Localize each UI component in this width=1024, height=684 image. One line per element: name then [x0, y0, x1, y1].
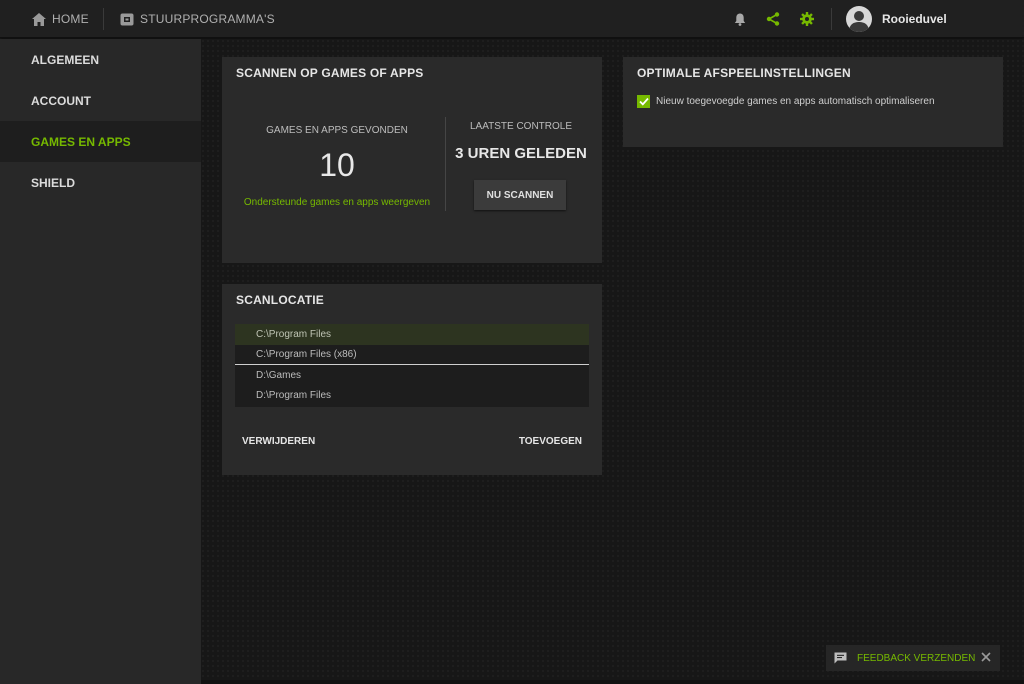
- nav-home[interactable]: HOME: [32, 0, 89, 38]
- divider: [445, 117, 446, 211]
- driver-icon: [120, 13, 134, 25]
- sidebar-item-general[interactable]: ALGEMEEN: [0, 39, 201, 80]
- last-check-value: 3 UREN GELEDEN: [455, 145, 587, 162]
- scan-location-panel: SCANLOCATIE C:\Program Files C:\Program …: [222, 284, 602, 475]
- feedback-bar: FEEDBACK VERZENDEN: [826, 645, 1000, 671]
- nav-drivers-label: STUURPROGRAMMA'S: [140, 12, 275, 26]
- gear-icon: [800, 12, 814, 26]
- list-item[interactable]: D:\Games: [235, 365, 589, 386]
- add-location-button[interactable]: TOEVOEGEN: [519, 436, 582, 447]
- scan-panel-title: SCANNEN OP GAMES OF APPS: [236, 66, 424, 80]
- checkmark-icon: [638, 97, 649, 106]
- nav-home-label: HOME: [52, 12, 89, 26]
- show-supported-link[interactable]: Ondersteunde games en apps weergeven: [236, 197, 438, 208]
- found-count: 10: [319, 147, 355, 183]
- list-item[interactable]: C:\Program Files (x86): [235, 345, 589, 365]
- bell-icon: [734, 13, 746, 26]
- notifications-button[interactable]: [732, 11, 748, 27]
- nav-separator: [831, 8, 832, 30]
- auto-optimize-option[interactable]: Nieuw toegevoegde games en apps automati…: [637, 95, 935, 108]
- home-icon: [32, 12, 46, 26]
- list-item[interactable]: C:\Program Files: [235, 324, 589, 345]
- settings-button[interactable]: [799, 11, 815, 27]
- close-icon[interactable]: [980, 651, 992, 663]
- bottom-edge: [201, 680, 1024, 684]
- user-icon: [849, 11, 869, 32]
- nav-drivers[interactable]: STUURPROGRAMMA'S: [120, 0, 275, 38]
- scan-now-button[interactable]: NU SCANNEN: [474, 180, 566, 210]
- auto-optimize-label: Nieuw toegevoegde games en apps automati…: [656, 96, 935, 107]
- username[interactable]: Rooieduvel: [882, 0, 947, 38]
- scan-panel: SCANNEN OP GAMES OF APPS GAMES EN APPS G…: [222, 57, 602, 263]
- send-feedback-button[interactable]: FEEDBACK VERZENDEN: [857, 653, 975, 664]
- nav-separator: [103, 8, 104, 30]
- remove-location-button[interactable]: VERWIJDEREN: [242, 436, 315, 447]
- avatar[interactable]: [846, 6, 872, 32]
- optimal-settings-panel: OPTIMALE AFSPEELINSTELLINGEN Nieuw toege…: [623, 57, 1003, 147]
- scan-location-title: SCANLOCATIE: [236, 293, 324, 307]
- scan-location-list[interactable]: C:\Program Files C:\Program Files (x86) …: [235, 324, 589, 407]
- last-check-label: LAATSTE CONTROLE: [469, 121, 573, 132]
- share-icon: [766, 12, 780, 26]
- list-item[interactable]: D:\Program Files: [235, 386, 589, 407]
- auto-optimize-checkbox[interactable]: [637, 95, 650, 108]
- found-label: GAMES EN APPS GEVONDEN: [266, 125, 408, 136]
- feedback-icon: [834, 652, 847, 664]
- optimal-settings-title: OPTIMALE AFSPEELINSTELLINGEN: [637, 66, 851, 80]
- sidebar-item-shield[interactable]: SHIELD: [0, 162, 201, 203]
- top-bar: HOME STUURPROGRAMMA'S Rooieduvel: [0, 0, 1024, 38]
- sidebar-item-games-apps[interactable]: GAMES EN APPS: [0, 121, 201, 162]
- share-button[interactable]: [765, 11, 781, 27]
- sidebar-item-account[interactable]: ACCOUNT: [0, 80, 201, 121]
- sidebar: ALGEMEEN ACCOUNT GAMES EN APPS SHIELD: [0, 39, 201, 684]
